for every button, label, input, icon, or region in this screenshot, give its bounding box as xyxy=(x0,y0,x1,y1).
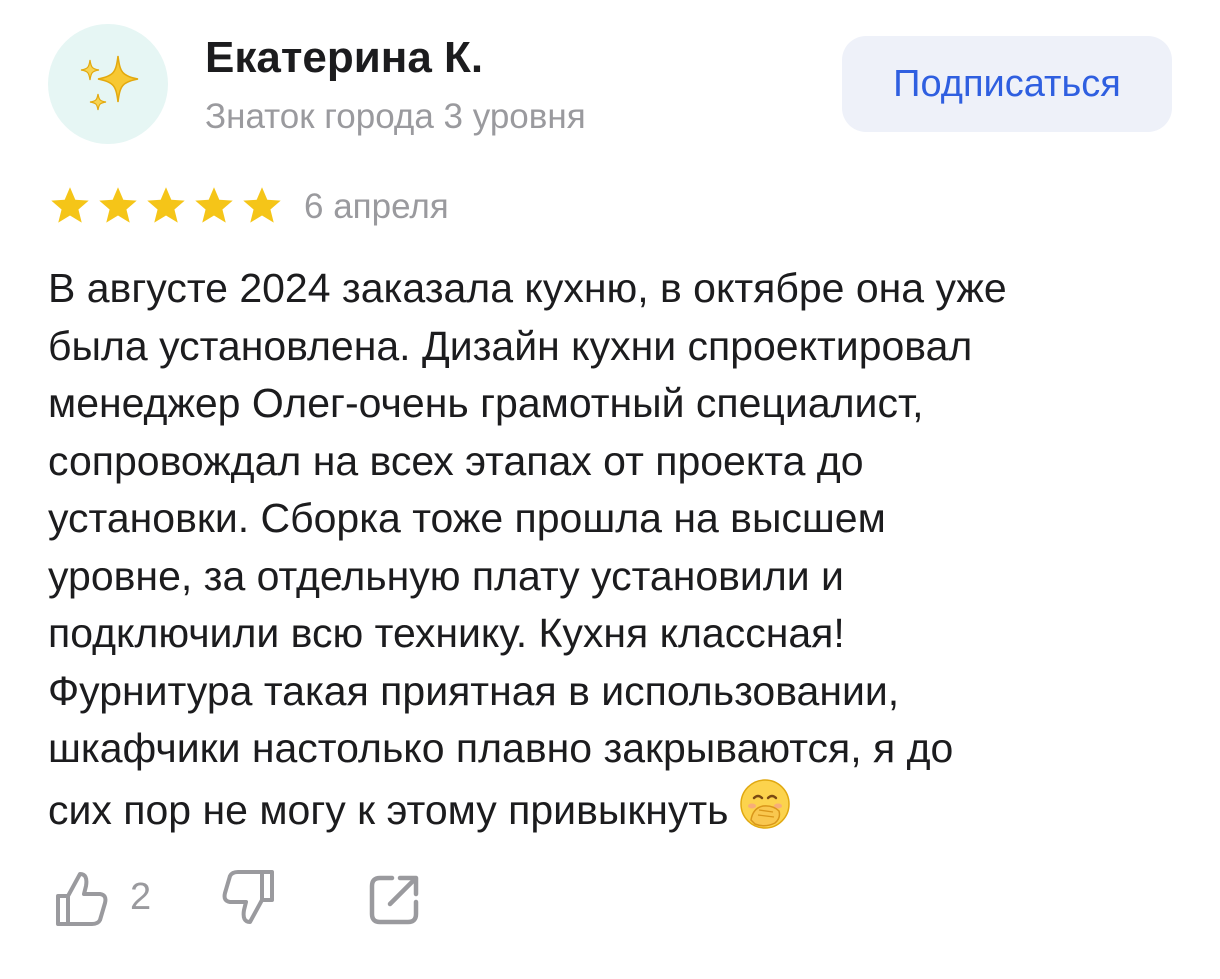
review-line: установки. Сборка тоже прошла на высшем xyxy=(48,495,886,541)
review-line: Фурнитура такая приятная в использовании… xyxy=(48,667,900,714)
review-line: менеджер Олег-очень грамотный специалист… xyxy=(48,380,924,426)
like-count: 2 xyxy=(130,876,152,918)
review-line: была установлена. Дизайн кухни спроектир… xyxy=(48,322,973,369)
thumbs-down-icon xyxy=(222,870,274,924)
review-line: подключили всю технику. Кухня классная! xyxy=(48,610,845,656)
review-line: сопровождал на всех этапах от проекта до xyxy=(48,437,864,484)
star-icon xyxy=(99,187,137,223)
review-line-last: сих пор не могу к этому привыкнуть xyxy=(48,778,1188,840)
avatar[interactable] xyxy=(48,24,168,144)
star-icon xyxy=(195,187,233,223)
star-icon xyxy=(243,187,281,223)
review-line: уровне, за отдельную плату установили и xyxy=(48,552,844,599)
star-icon xyxy=(51,187,89,223)
review-text: В августе 2024 заказала кухню, в октябре… xyxy=(48,260,1188,839)
thumbs-up-icon xyxy=(56,872,108,926)
star-rating xyxy=(48,184,288,228)
sparkles-icon xyxy=(80,55,139,111)
dislike-button[interactable] xyxy=(220,866,276,930)
review-line: В августе 2024 заказала кухню, в октябре… xyxy=(48,265,1007,311)
review-date: 6 апреля xyxy=(304,187,449,226)
author-name[interactable]: Екатерина К. xyxy=(205,30,483,86)
review-line: шкафчики настолько плавно закрываются, я… xyxy=(48,725,954,771)
star-icon xyxy=(147,187,185,223)
share-button[interactable] xyxy=(368,870,420,926)
review-line: сих пор не могу к этому привыкнуть xyxy=(48,786,729,833)
share-icon xyxy=(369,875,419,925)
author-status: Знаток города 3 уровня xyxy=(205,97,586,136)
like-button[interactable] xyxy=(54,866,110,930)
face-with-hand-over-mouth-icon xyxy=(739,778,790,829)
subscribe-button[interactable]: Подписаться xyxy=(842,36,1172,132)
